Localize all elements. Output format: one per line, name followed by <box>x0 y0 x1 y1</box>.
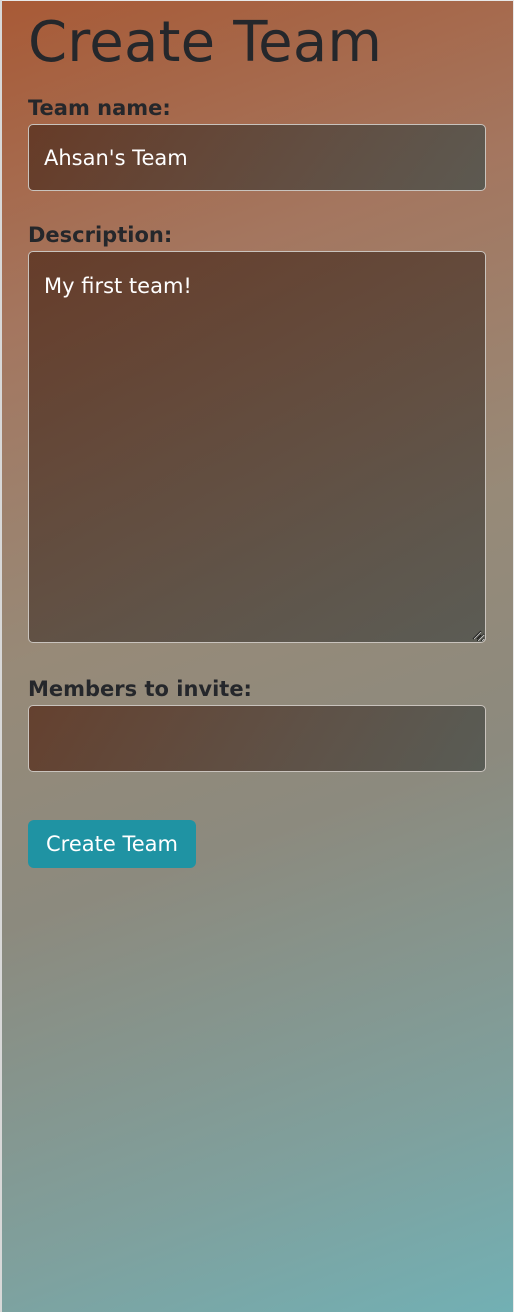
description-textarea[interactable]: My first team! <box>28 251 486 643</box>
create-team-button[interactable]: Create Team <box>28 820 196 868</box>
description-wrapper: My first team! <box>28 251 486 643</box>
members-label: Members to invite: <box>28 677 252 701</box>
members-input[interactable] <box>28 705 486 772</box>
page-title: Create Team <box>28 10 383 75</box>
team-name-label: Team name: <box>28 96 171 120</box>
create-team-form: Create Team Team name: Description: My f… <box>28 10 486 868</box>
window-left-edge <box>0 0 2 1312</box>
description-label: Description: <box>28 223 173 247</box>
resize-handle-icon[interactable] <box>472 630 482 640</box>
team-name-input[interactable] <box>28 124 486 191</box>
window-top-edge <box>0 0 514 1</box>
